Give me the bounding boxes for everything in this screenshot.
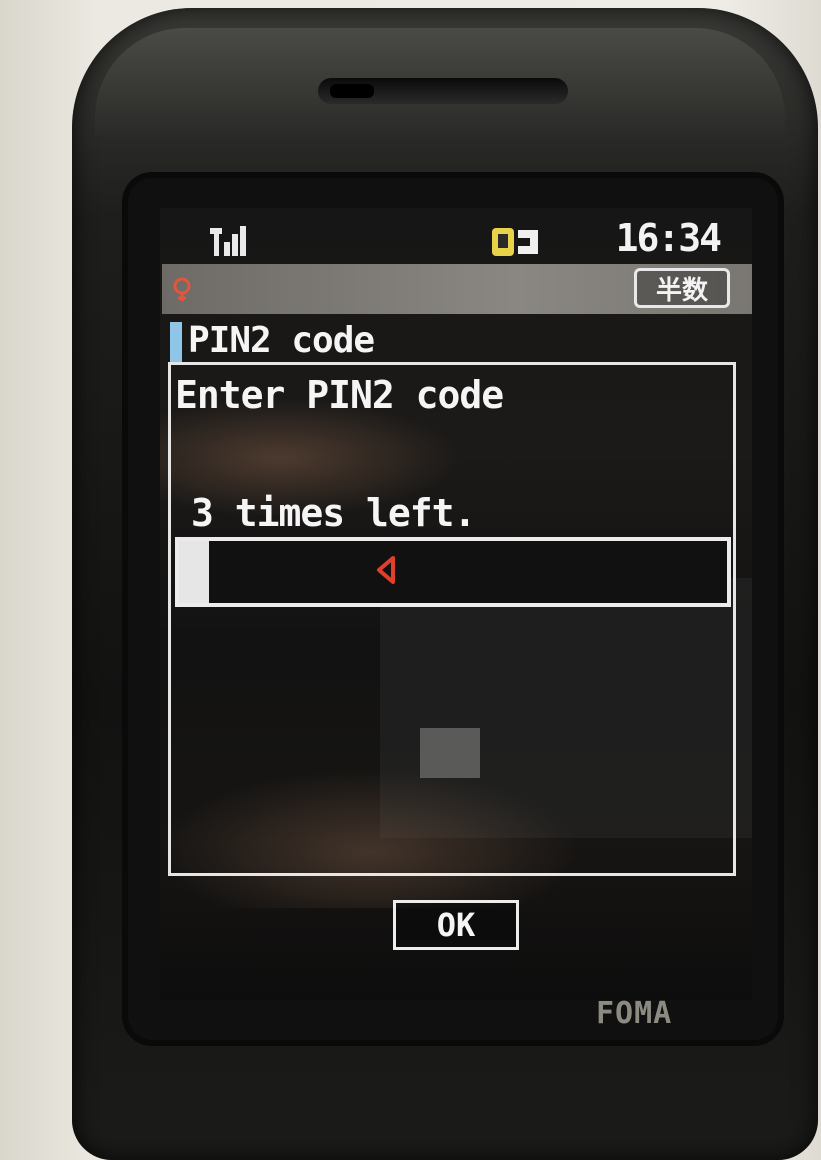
page-title: PIN2 code <box>188 320 375 361</box>
title-marker <box>170 322 182 364</box>
brand-logo: FOMA <box>596 996 673 1031</box>
signal-strength-icon <box>210 226 246 256</box>
ok-button[interactable]: OK <box>393 900 519 950</box>
app-indicator-icon <box>173 277 191 301</box>
mail-notification-icon <box>492 228 538 256</box>
pin-field-edge <box>179 541 209 603</box>
left-triangle-cursor-icon <box>377 556 395 584</box>
header-strip: 半数 <box>162 264 752 314</box>
status-bar: 16:34 <box>160 214 752 260</box>
pin-dialog: Enter PIN2 code 3 times left. <box>168 362 736 876</box>
attempts-remaining: 3 times left. <box>191 491 476 535</box>
input-mode-badge: 半数 <box>634 268 730 308</box>
pin-input-field[interactable] <box>175 537 731 607</box>
title-row: PIN2 code <box>166 318 750 366</box>
clock: 16:34 <box>615 216 722 260</box>
pin-prompt: Enter PIN2 code <box>175 373 504 417</box>
phone-screen: 16:34 半数 PIN2 code Enter PIN2 code 3 tim… <box>160 208 752 1000</box>
earpiece-slot <box>330 84 374 98</box>
